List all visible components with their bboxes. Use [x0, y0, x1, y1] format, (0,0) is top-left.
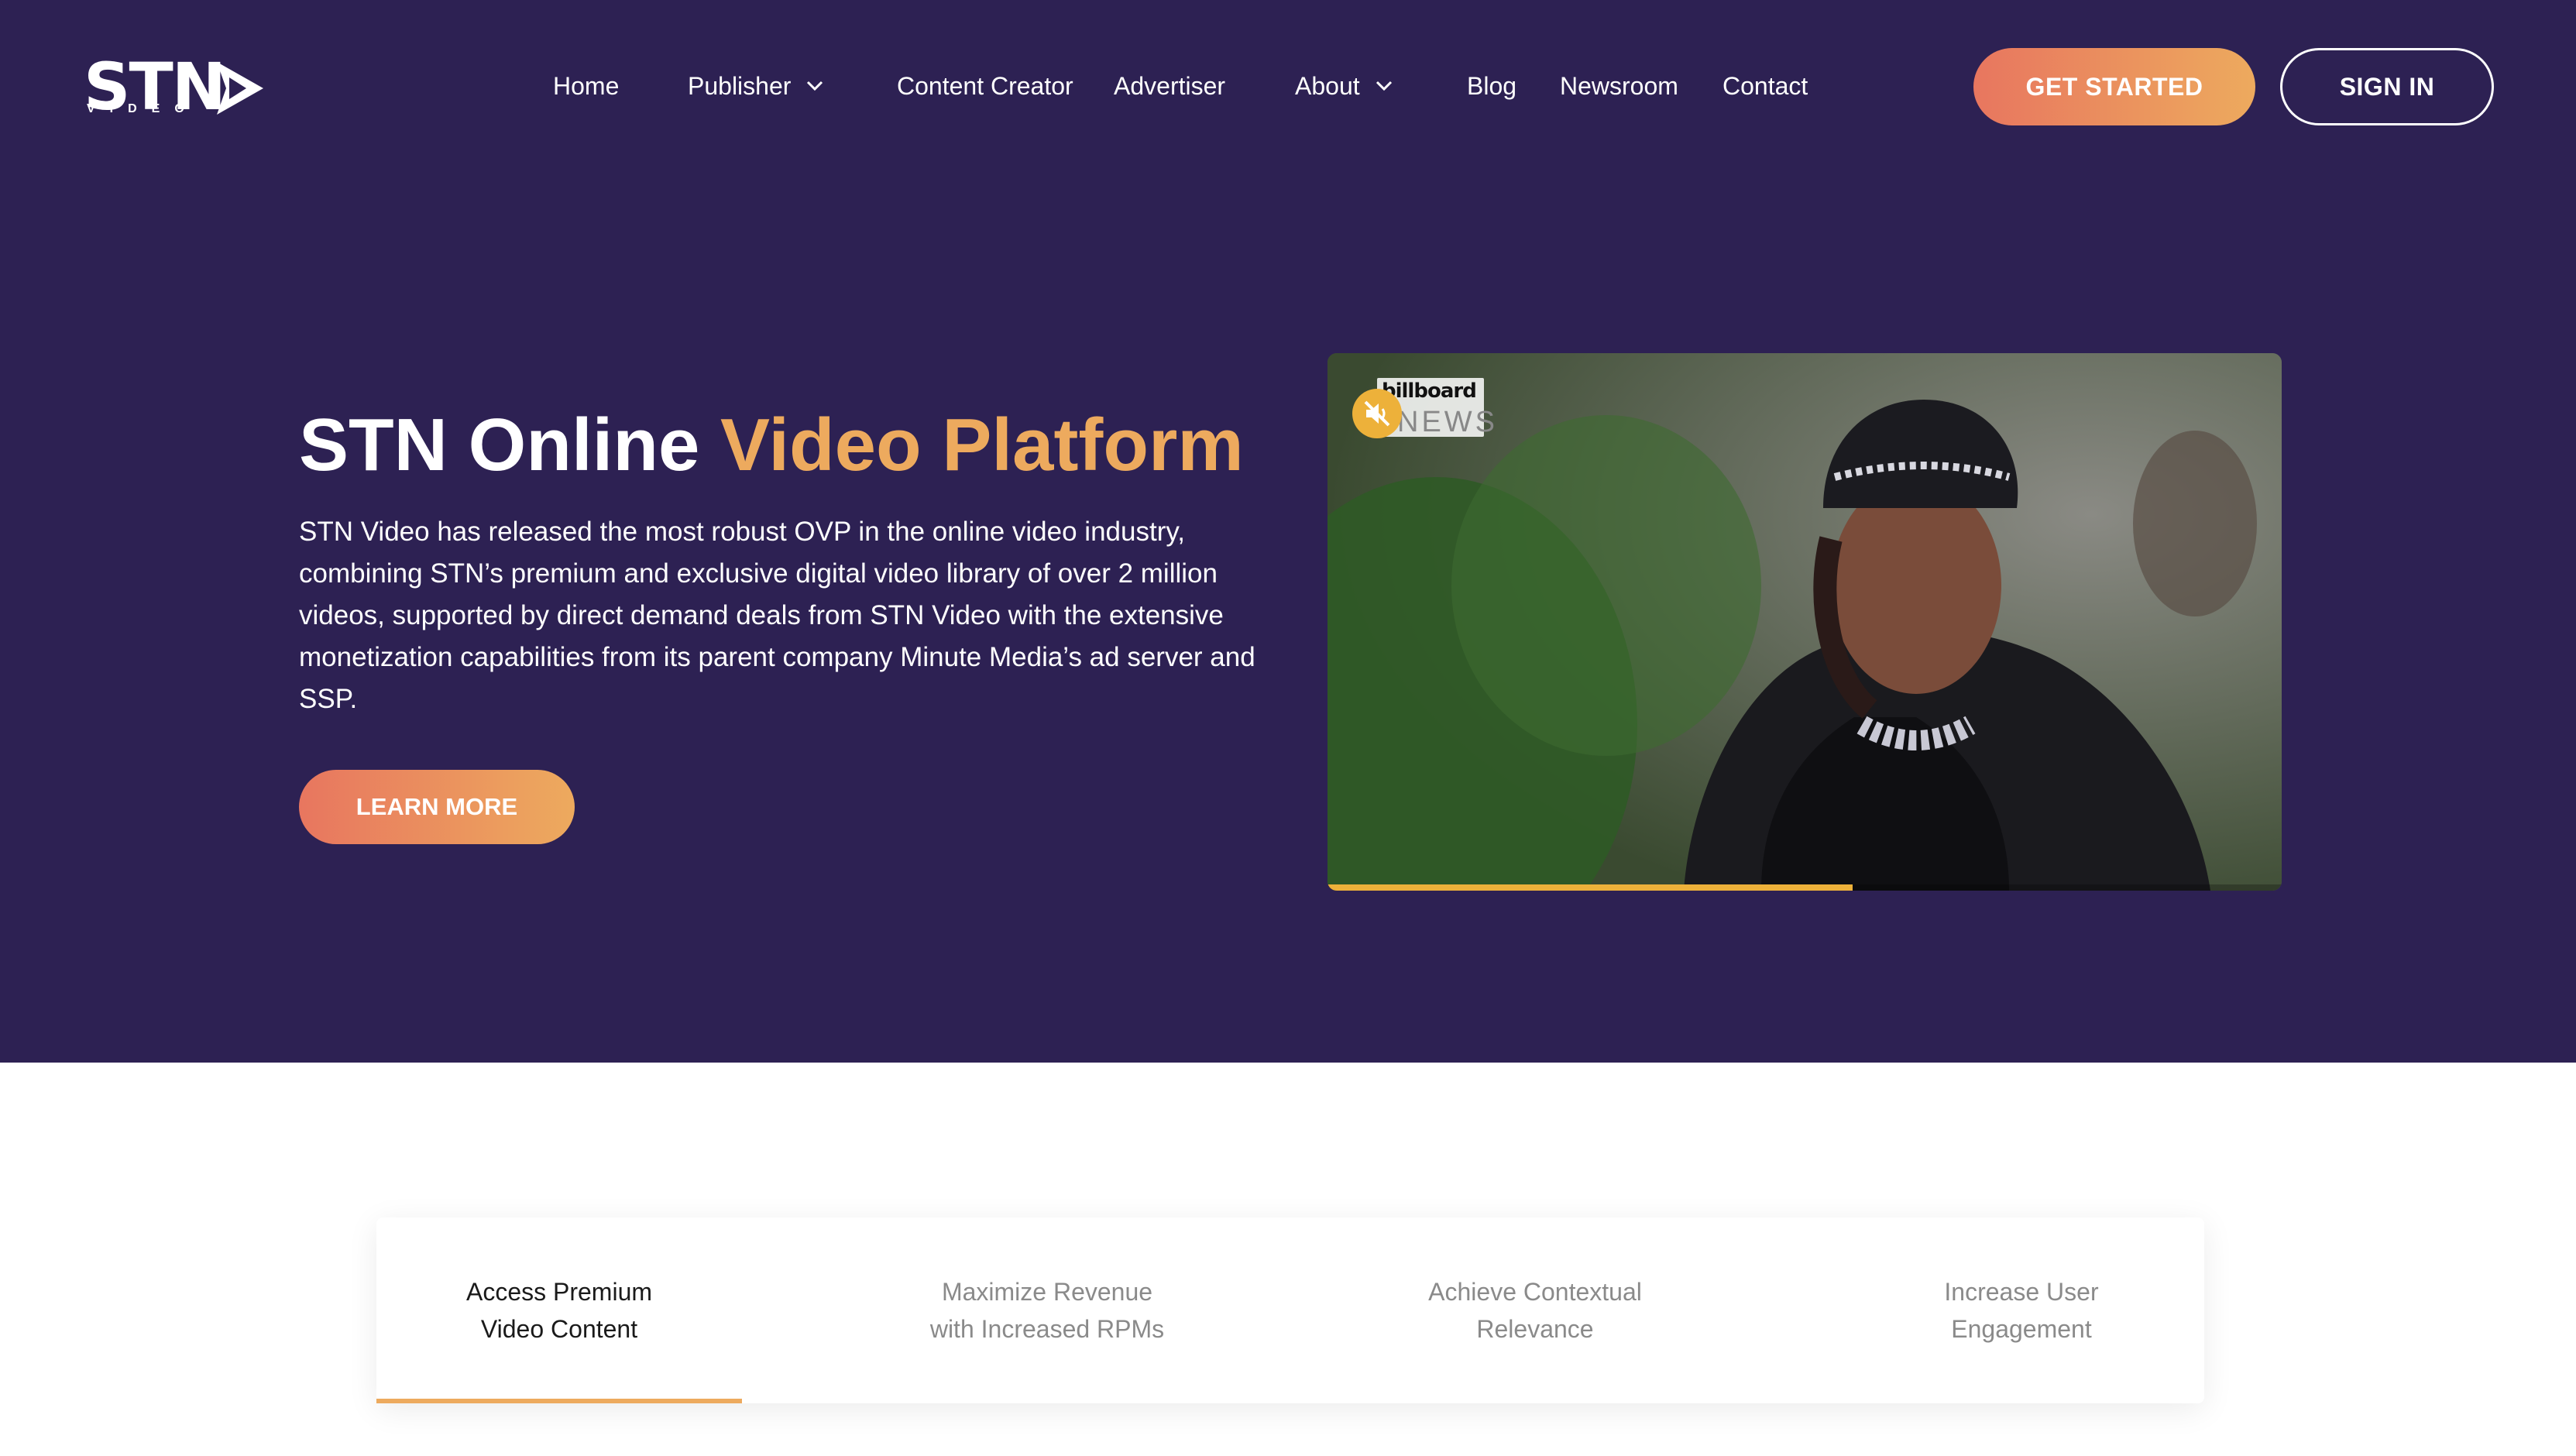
hero-title: STN Online Video Platform: [299, 395, 1244, 496]
hero-title-accent: Video Platform: [720, 403, 1244, 486]
nav-label: Newsroom: [1560, 72, 1678, 100]
logo-subtext: VIDEO: [87, 102, 199, 115]
learn-more-button[interactable]: LEARN MORE: [299, 770, 575, 844]
nav-newsroom[interactable]: Newsroom: [1560, 70, 1678, 102]
nav-publisher[interactable]: Publisher: [688, 70, 823, 102]
nav-label: Publisher: [688, 72, 792, 100]
get-started-button[interactable]: GET STARTED: [1973, 48, 2255, 125]
tab-maximize-revenue[interactable]: Maximize Revenue with Increased RPMs: [864, 1217, 1230, 1403]
tab-label: Maximize Revenue with Increased RPMs: [929, 1278, 1165, 1343]
tab-label: Access Premium Video Content: [465, 1278, 653, 1343]
tab-achieve-contextual-relevance[interactable]: Achieve Contextual Relevance: [1352, 1217, 1718, 1403]
hero-title-main: STN Online: [299, 403, 721, 486]
nav-advertiser[interactable]: Advertiser: [1114, 70, 1225, 102]
nav-label: About: [1295, 72, 1360, 100]
watermark-bottom-text: NEWS: [1397, 406, 1498, 438]
active-tab-indicator: [376, 1399, 742, 1403]
nav-home[interactable]: Home: [553, 70, 619, 102]
nav-contact[interactable]: Contact: [1722, 70, 1808, 102]
tab-label: Achieve Contextual Relevance: [1428, 1278, 1642, 1343]
nav-label: Advertiser: [1114, 72, 1226, 100]
nav-label: Home: [553, 72, 620, 100]
chevron-down-icon: [807, 81, 823, 91]
nav-about[interactable]: About: [1295, 70, 1393, 102]
sign-in-button[interactable]: SIGN IN: [2280, 48, 2494, 125]
feature-tabs: Access Premium Video Content Maximize Re…: [376, 1217, 2204, 1403]
video-player[interactable]: billboard NEWS: [1327, 353, 2282, 891]
nav-content-creator[interactable]: Content Creator: [897, 70, 1073, 102]
play-logo-icon: [217, 62, 263, 115]
hero-description: STN Video has released the most robust O…: [299, 517, 1255, 714]
nav-label: Contact: [1722, 72, 1808, 100]
hero-section: STN VIDEO Home Publisher Content Creator…: [0, 0, 2576, 1063]
tab-increase-user-engagement[interactable]: Increase User Engagement: [1839, 1217, 2204, 1403]
nav-label: Blog: [1467, 72, 1517, 100]
nav-blog[interactable]: Blog: [1467, 70, 1516, 102]
chevron-down-icon: [1376, 81, 1392, 91]
speaker-muted-icon: [1364, 400, 1390, 427]
video-progress-fill: [1327, 884, 1853, 891]
video-progress-bar[interactable]: [1327, 884, 2282, 891]
nav-label: Content Creator: [897, 72, 1073, 100]
mute-button[interactable]: [1352, 389, 1402, 438]
tab-label: Increase User Engagement: [1944, 1278, 2099, 1343]
tab-access-premium-video-content[interactable]: Access Premium Video Content: [376, 1217, 742, 1403]
stn-video-logo[interactable]: STN VIDEO: [84, 54, 266, 119]
